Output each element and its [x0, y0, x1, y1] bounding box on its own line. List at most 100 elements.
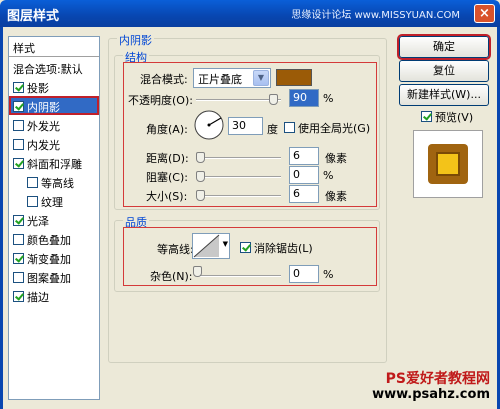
site-url: www.psahz.com: [372, 387, 490, 402]
global-light-checkbox[interactable]: 使用全局光(G): [284, 120, 370, 136]
size-slider-handle[interactable]: [196, 190, 205, 201]
style-item-label: 描边: [27, 291, 49, 304]
style-item[interactable]: 外发光: [9, 115, 99, 134]
checkbox-icon: [240, 242, 251, 253]
style-item-label: 等高线: [41, 177, 74, 190]
style-item[interactable]: 描边: [9, 286, 99, 305]
contour-picker[interactable]: ▼: [192, 233, 230, 259]
noise-input[interactable]: 0: [289, 265, 319, 283]
styles-list-header[interactable]: 样式: [9, 37, 99, 57]
size-slider-track[interactable]: [196, 195, 281, 197]
style-item[interactable]: 光泽: [9, 210, 99, 229]
opacity-percent: %: [323, 92, 334, 105]
noise-slider-handle[interactable]: [193, 266, 202, 277]
checkbox-icon[interactable]: [13, 120, 24, 131]
style-item[interactable]: 混合选项:默认: [9, 58, 99, 77]
style-item[interactable]: 图案叠加: [9, 267, 99, 286]
style-item-label: 投影: [27, 82, 49, 95]
style-item-label: 图案叠加: [27, 272, 71, 285]
site-name: PS爱好者教程网: [385, 371, 490, 387]
angle-label: 角度(A):: [146, 123, 188, 136]
checkbox-icon[interactable]: [27, 196, 38, 207]
distance-slider-handle[interactable]: [196, 152, 205, 163]
style-item[interactable]: 内阴影: [9, 96, 99, 115]
size-label: 大小(S):: [146, 190, 188, 203]
layer-style-dialog: 图层样式 思缘设计论坛 www.MISSYUAN.COM × 样式 混合选项:默…: [0, 0, 500, 409]
choke-slider-track[interactable]: [196, 176, 281, 178]
title-bar: 图层样式 思缘设计论坛 www.MISSYUAN.COM ×: [0, 0, 500, 27]
style-item-label: 混合选项:默认: [13, 63, 83, 76]
style-item-label: 外发光: [27, 120, 60, 133]
checkbox-icon[interactable]: [13, 253, 24, 264]
checkbox-icon[interactable]: [27, 177, 38, 188]
style-item-label: 渐变叠加: [27, 253, 71, 266]
opacity-label: 不透明度(O):: [128, 94, 193, 107]
ok-button[interactable]: 确定: [397, 34, 491, 60]
close-button[interactable]: ×: [474, 4, 495, 23]
contour-curve-icon: [193, 234, 220, 258]
window-title: 图层样式: [7, 9, 60, 24]
distance-label: 距离(D):: [146, 152, 189, 165]
checkbox-icon[interactable]: [13, 291, 24, 302]
style-item[interactable]: 等高线: [9, 172, 99, 191]
shadow-color-swatch[interactable]: [276, 69, 312, 86]
noise-label: 杂色(N):: [150, 270, 193, 283]
global-light-label: 使用全局光(G): [298, 122, 371, 135]
style-item-label: 纹理: [41, 196, 63, 209]
style-item-label: 斜面和浮雕: [27, 158, 82, 171]
preview-inner-swatch: [436, 152, 460, 176]
styles-list: 样式 混合选项:默认投影内阴影外发光内发光斜面和浮雕等高线纹理光泽颜色叠加渐变叠…: [8, 36, 100, 400]
checkbox-icon[interactable]: [13, 272, 24, 283]
style-item-label: 内发光: [27, 139, 60, 152]
distance-input[interactable]: 6: [289, 147, 319, 165]
reset-button[interactable]: 复位: [399, 60, 489, 82]
checkbox-icon[interactable]: [13, 139, 24, 150]
style-item[interactable]: 纹理: [9, 191, 99, 210]
new-style-button[interactable]: 新建样式(W)...: [399, 84, 489, 106]
noise-slider-track[interactable]: [196, 275, 281, 277]
blend-mode-select[interactable]: 正片叠底 ▼: [193, 68, 271, 88]
angle-input[interactable]: 30: [228, 117, 263, 135]
preview-label: 预览(V): [435, 111, 474, 124]
style-preview: [413, 130, 483, 198]
opacity-slider-handle[interactable]: [268, 94, 278, 105]
opacity-input[interactable]: 90: [289, 89, 319, 107]
site-footer: PS爱好者教程网 www.psahz.com: [372, 371, 490, 403]
chevron-down-icon: ▼: [253, 70, 269, 86]
style-item[interactable]: 斜面和浮雕: [9, 153, 99, 172]
checkbox-icon[interactable]: [13, 82, 24, 93]
choke-percent: %: [323, 169, 334, 182]
angle-dial[interactable]: [193, 109, 225, 141]
contour-dropdown-icon[interactable]: ▼: [223, 240, 228, 248]
blend-mode-value: 正片叠底: [198, 73, 242, 86]
style-item[interactable]: 内发光: [9, 134, 99, 153]
choke-slider-handle[interactable]: [196, 171, 205, 182]
choke-label: 阻塞(C):: [146, 171, 188, 184]
watermark-text: 思缘设计论坛 www.MISSYUAN.COM: [291, 10, 460, 21]
checkbox-icon[interactable]: [13, 101, 24, 112]
size-input[interactable]: 6: [289, 185, 319, 203]
distance-slider-track[interactable]: [196, 157, 281, 159]
style-item[interactable]: 投影: [9, 77, 99, 96]
distance-unit: 像素: [325, 152, 347, 165]
contour-label: 等高线:: [157, 243, 194, 256]
checkbox-icon[interactable]: [13, 215, 24, 226]
size-unit: 像素: [325, 190, 347, 203]
preview-checkbox[interactable]: 预览(V): [421, 109, 473, 125]
checkbox-icon: [284, 122, 295, 133]
style-item-label: 光泽: [27, 215, 49, 228]
inner-shadow-title: 内阴影: [117, 32, 154, 48]
blend-mode-label: 混合模式:: [140, 73, 188, 86]
choke-input[interactable]: 0: [289, 166, 319, 184]
style-item-label: 内阴影: [27, 101, 60, 114]
angle-unit: 度: [267, 123, 278, 136]
antialias-label: 消除锯齿(L): [254, 242, 313, 255]
antialias-checkbox[interactable]: 消除锯齿(L): [240, 240, 313, 256]
checkbox-icon: [421, 111, 432, 122]
style-item-label: 颜色叠加: [27, 234, 71, 247]
checkbox-icon[interactable]: [13, 158, 24, 169]
noise-percent: %: [323, 268, 334, 281]
style-item[interactable]: 渐变叠加: [9, 248, 99, 267]
checkbox-icon[interactable]: [13, 234, 24, 245]
style-item[interactable]: 颜色叠加: [9, 229, 99, 248]
